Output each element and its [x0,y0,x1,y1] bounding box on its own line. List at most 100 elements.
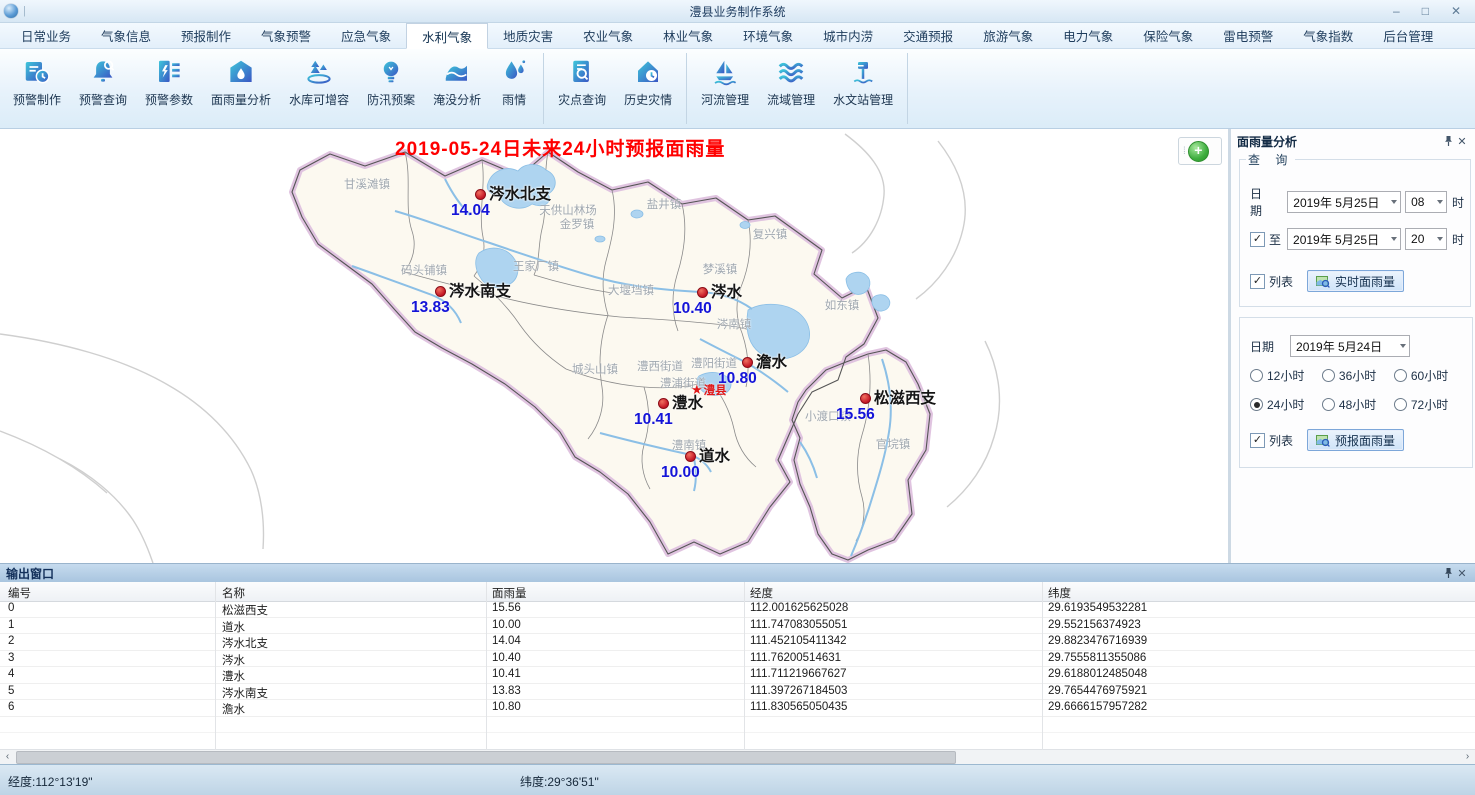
forecast-date-label: 日期 [1250,338,1274,355]
zoom-in-button[interactable]: + [1188,141,1209,162]
end-hour-combo[interactable]: 20 [1405,228,1447,250]
menu-item[interactable]: 保险气象 [1128,23,1208,48]
alert-params-button[interactable]: 预警参数 [136,49,202,128]
rain-info-button[interactable]: 雨情 [490,49,538,128]
pin-icon[interactable] [1441,134,1455,148]
cell-name: 松滋西支 [222,602,268,618]
duration-radio[interactable]: 36小时 [1322,367,1394,384]
toolbar-label: 河流管理 [701,91,749,108]
minimize-icon[interactable]: – [1393,1,1400,21]
rain-station[interactable]: 澹水 10.80 [742,350,787,388]
column-header[interactable]: 编号 [8,585,31,601]
duration-radio[interactable]: 24小时 [1250,396,1322,413]
table-row[interactable]: 5 涔水南支 13.83 111.397267184503 29.7654476… [0,684,1475,701]
scrollbar-thumb[interactable] [16,751,956,764]
rain-station[interactable]: 涔水 10.40 [697,280,742,318]
county-map[interactable] [0,129,1228,563]
reservoir-button[interactable]: 水库可增容 [280,49,358,128]
radio-icon [1250,369,1263,382]
hydrostation-manage-button[interactable]: 水文站管理 [824,49,902,128]
status-longitude: 经度:112°13'19" [8,773,93,790]
menu-item[interactable]: 旅游气象 [968,23,1048,48]
duration-radio[interactable]: 48小时 [1322,396,1394,413]
river-manage-button[interactable]: 河流管理 [692,49,758,128]
menu-item[interactable]: 水利气象 [406,23,488,49]
realtime-rain-button[interactable]: 实时面雨量 [1307,270,1404,292]
menu-item[interactable]: 气象信息 [86,23,166,48]
menu-item[interactable]: 应急气象 [326,23,406,48]
menu-item[interactable]: 后台管理 [1368,23,1448,48]
forecast-date-combo[interactable]: 2019年 5月24日 [1290,335,1410,357]
table-row[interactable]: 3 涔水 10.40 111.76200514631 29.7555811355… [0,651,1475,668]
rain-station[interactable]: 涔水南支 13.83 [435,279,511,317]
menu-item[interactable]: 气象预警 [246,23,326,48]
chevron-down-icon [1391,200,1397,204]
menu-item[interactable]: 城市内涝 [808,23,888,48]
basin-manage-button[interactable]: 流域管理 [758,49,824,128]
map-query-icon [1316,275,1330,288]
table-row[interactable]: 6 澹水 10.80 111.830565050435 29.666615795… [0,700,1475,717]
reservoir-icon [304,57,334,87]
duration-radio[interactable]: 12小时 [1250,367,1322,384]
scroll-left-icon[interactable]: ‹ [0,750,15,763]
submerge-button[interactable]: 淹没分析 [424,49,490,128]
alert-make-button[interactable]: 预警制作 [4,49,70,128]
duration-radio[interactable]: 72小时 [1394,396,1466,413]
duration-options: 12小时 36小时 60小时 24小时 48小时 [1250,367,1466,413]
scroll-right-icon[interactable]: › [1460,750,1475,763]
alert-query-button[interactable]: 预警查询 [70,49,136,128]
menu-item[interactable]: 农业气象 [568,23,648,48]
river-manage-icon [710,57,740,87]
county-seat-label: ★澧县 [691,382,727,398]
end-date-combo[interactable]: 2019年 5月25日 [1287,228,1401,250]
table-row[interactable]: 1 道水 10.00 111.747083055051 29.552156374… [0,618,1475,635]
close-panel-icon[interactable]: ✕ [1455,134,1469,148]
close-output-icon[interactable]: ✕ [1455,566,1469,580]
maximize-icon[interactable]: □ [1422,1,1429,21]
close-icon[interactable]: ✕ [1451,1,1461,21]
history-disaster-icon [633,57,663,87]
menu-item[interactable]: 电力气象 [1048,23,1128,48]
column-header[interactable]: 面雨量 [492,585,527,601]
duration-radio[interactable]: 60小时 [1394,367,1466,384]
date-label: 日 期 [1250,185,1283,219]
flood-plan-button[interactable]: 防汛预案 [358,49,424,128]
menu-item[interactable]: 预报制作 [166,23,246,48]
town-label: 码头铺镇 [401,262,447,278]
town-label: 复兴镇 [753,226,788,242]
cell-longitude: 111.76200514631 [750,652,841,664]
rain-station[interactable]: 松滋西支 15.56 [860,386,936,424]
menu-item[interactable]: 地质灾害 [488,23,568,48]
menu-item[interactable]: 交通预报 [888,23,968,48]
horizontal-scrollbar[interactable]: ‹ › [0,749,1475,764]
table-row[interactable]: 4 澧水 10.41 111.711219667627 29.618801248… [0,667,1475,684]
table-row[interactable]: 2 涔水北支 14.04 111.452105411342 29.8823476… [0,634,1475,651]
table-row[interactable]: 0 松滋西支 15.56 112.001625625028 29.6193549… [0,601,1475,618]
cell-latitude: 29.8823476716939 [1048,635,1147,647]
map-pane[interactable]: 2019-05-24日未来24小时预报面雨量 甘溪滩镇盐井镇天供山林场金罗镇复兴… [0,129,1228,563]
map-zoom-toolbar: ⁞ + [1178,137,1222,165]
start-hour-combo[interactable]: 08 [1405,191,1447,213]
end-date-checkbox[interactable] [1250,232,1265,247]
menu-item[interactable]: 林业气象 [648,23,728,48]
town-label: 大堰垱镇 [608,282,654,298]
duration-label: 36小时 [1339,367,1376,384]
column-header[interactable]: 名称 [222,585,245,601]
rain-station[interactable]: 道水 10.00 [685,444,730,482]
menu-item[interactable]: 日常业务 [6,23,86,48]
disaster-query-button[interactable]: 灾点查询 [549,49,615,128]
menu-item[interactable]: 环境气象 [728,23,808,48]
forecast-rain-button[interactable]: 预报面雨量 [1307,429,1404,451]
pin-icon[interactable] [1441,566,1455,580]
history-disaster-button[interactable]: 历史灾情 [615,49,681,128]
rain-station[interactable]: 涔水北支 14.04 [475,182,551,220]
menu-item[interactable]: 雷电预警 [1208,23,1288,48]
menu-item[interactable]: 气象指数 [1288,23,1368,48]
list-checkbox[interactable] [1250,433,1265,448]
query-group-title: 查 询 [1246,151,1295,168]
column-header[interactable]: 纬度 [1048,585,1071,601]
start-date-combo[interactable]: 2019年 5月25日 [1287,191,1401,213]
column-header[interactable]: 经度 [750,585,773,601]
area-rain-button[interactable]: 面雨量分析 [202,49,280,128]
list-checkbox[interactable] [1250,274,1265,289]
